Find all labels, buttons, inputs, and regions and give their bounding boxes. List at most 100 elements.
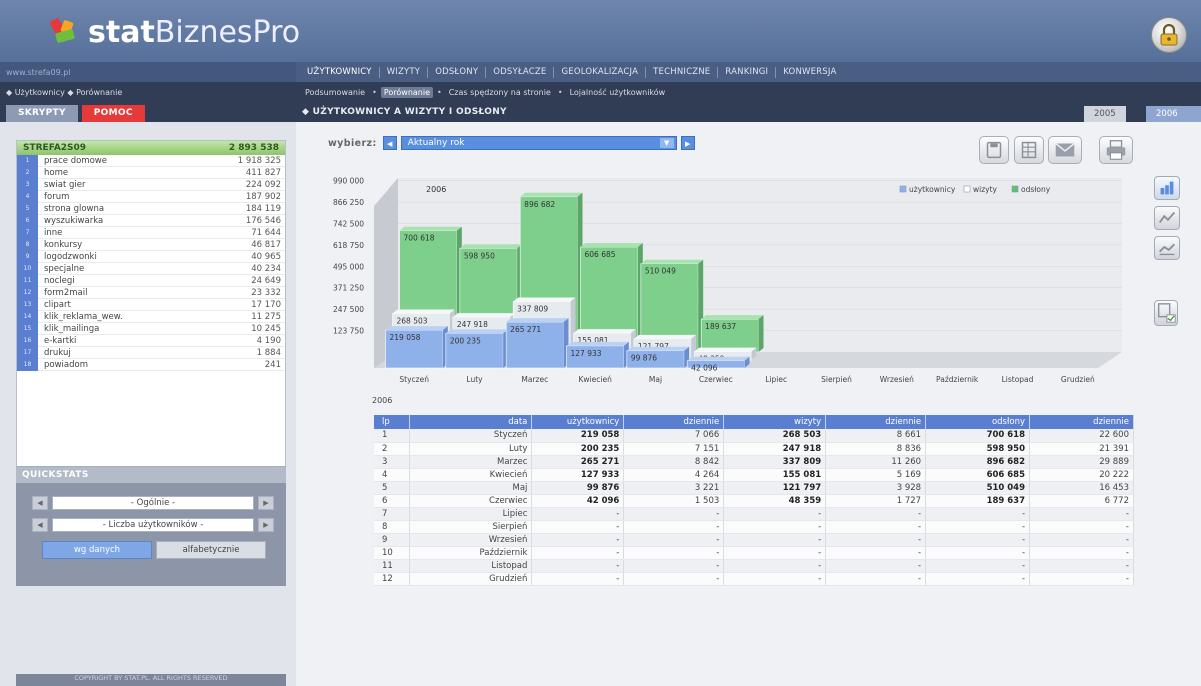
bar-top — [687, 356, 750, 361]
table-cell: 99 876 — [531, 481, 625, 495]
column-header[interactable]: lp — [374, 415, 411, 429]
script-row[interactable]: 10 specjalne 40 234 — [17, 262, 285, 275]
print-button[interactable] — [1099, 136, 1133, 164]
script-row[interactable]: 6 wyszukiwarka 176 546 — [17, 214, 285, 227]
period-select[interactable]: Aktualny rok ▼ — [400, 136, 677, 150]
row-number: 16 — [17, 334, 38, 347]
script-row[interactable]: 11 noclegi 24 649 — [17, 274, 285, 287]
subnav-item[interactable]: Czas spędzony na stronie — [446, 87, 554, 98]
table-row[interactable]: 11 Listopad - - - - - - — [374, 559, 1134, 573]
next-arrow-icon[interactable]: ▶ — [258, 518, 274, 532]
script-value: 187 902 — [245, 191, 281, 202]
quickstats-scope-select[interactable]: - Ogólnie - — [52, 496, 254, 510]
script-row[interactable]: 14 klik_reklama_wew. 11 275 — [17, 310, 285, 323]
lock-button[interactable] — [1151, 17, 1187, 53]
tab-help[interactable]: POMOC — [81, 105, 145, 122]
script-label: form2mail — [44, 287, 88, 298]
script-value: 46 817 — [251, 239, 281, 250]
script-row[interactable]: 13 clipart 17 170 — [17, 298, 285, 311]
nav-item[interactable]: UŻYTKOWNICY — [300, 66, 380, 78]
sort-by-data-button[interactable]: wg danych — [42, 541, 152, 559]
column-header[interactable]: dziennie — [623, 415, 725, 429]
tab-scripts[interactable]: SKRYPTY — [6, 105, 78, 122]
script-row[interactable]: 4 forum 187 902 — [17, 190, 285, 203]
table-row[interactable]: 9 Wrzesień - - - - - - — [374, 533, 1134, 547]
sidebar: SKRYPTY POMOC STREFA2S09 2 893 538 1 prac… — [0, 102, 296, 686]
script-row[interactable]: 16 e-kartki 4 190 — [17, 334, 285, 347]
script-row[interactable]: 2 home 411 827 — [17, 166, 285, 179]
breadcrumb: ◆ Użytkownicy ◆ Porównanie — [0, 82, 296, 102]
table-cell: - — [925, 546, 1031, 560]
table-cell: - — [825, 520, 927, 534]
column-header[interactable]: dziennie — [825, 415, 927, 429]
sort-alpha-button[interactable]: alfabetycznie — [156, 541, 266, 559]
data-export-button[interactable] — [1154, 300, 1178, 326]
nav-item[interactable]: TECHNICZNE — [646, 66, 719, 78]
nav-item[interactable]: RANKINGI — [718, 66, 777, 78]
script-row[interactable]: 18 powiadom 241 — [17, 358, 285, 371]
y-tick-label: 618 750 — [333, 241, 364, 250]
table-row[interactable]: 7 Lipiec - - - - - - — [374, 507, 1134, 521]
year-tab-2006[interactable]: 2006 — [1146, 106, 1201, 122]
script-row[interactable]: 5 strona glowna 184 119 — [17, 202, 285, 215]
prev-arrow-icon[interactable]: ◀ — [32, 518, 48, 532]
email-button[interactable] — [1048, 136, 1082, 164]
table-cell: - — [825, 533, 927, 547]
area-chart-view-button[interactable] — [1154, 236, 1180, 260]
script-label: powiadom — [44, 359, 88, 370]
x-tick-label: Wrzesień — [880, 375, 914, 384]
script-row[interactable]: 15 klik_mailinga 10 245 — [17, 322, 285, 335]
line-chart-view-button[interactable] — [1154, 206, 1180, 230]
column-header[interactable]: wizyty — [723, 415, 827, 429]
script-label: wyszukiwarka — [44, 215, 104, 226]
table-cell: 265 271 — [531, 455, 625, 469]
subnav-item[interactable]: Podsumowanie — [302, 87, 368, 98]
table-row[interactable]: 1 Styczeń 219 058 7 066 268 503 8 661 700 618 2… — [374, 429, 1134, 443]
script-row[interactable]: 17 drukuj 1 884 — [17, 346, 285, 359]
script-row[interactable]: 8 konkursy 46 817 — [17, 238, 285, 251]
table-cell: - — [1029, 546, 1134, 560]
script-row[interactable]: 12 form2mail 23 332 — [17, 286, 285, 299]
table-row[interactable]: 3 Marzec 265 271 8 842 337 809 11 260 896 682 2… — [374, 455, 1134, 469]
export-excel-button[interactable] — [1014, 136, 1044, 164]
save-button[interactable] — [979, 136, 1009, 164]
table-row[interactable]: 5 Maj 99 876 3 221 121 797 3 928 510 049 16 453 — [374, 481, 1134, 495]
subnav-item[interactable]: Lojalność użytkowników — [567, 87, 669, 98]
x-tick-label: Listopad — [1002, 375, 1034, 384]
next-period-icon[interactable]: ▶ — [680, 136, 695, 150]
script-row[interactable]: 9 logodzwonki 40 965 — [17, 250, 285, 263]
subnav-item[interactable]: Porównanie — [380, 86, 433, 98]
table-row[interactable]: 10 Październik - - - - - - — [374, 546, 1134, 560]
column-header[interactable]: użytkownicy — [531, 415, 625, 429]
nav-item[interactable]: GEOLOKALIZACJA — [554, 66, 647, 78]
bar-chart-view-button[interactable] — [1154, 176, 1180, 200]
prev-arrow-icon[interactable]: ◀ — [32, 496, 48, 510]
prev-period-icon[interactable]: ◀ — [382, 136, 397, 150]
app-logo[interactable]: statBiznesPro — [48, 14, 300, 50]
nav-item[interactable]: ODSYŁACZE — [486, 66, 555, 78]
script-row[interactable]: 7 inne 71 644 — [17, 226, 285, 239]
nav-item[interactable]: WIZYTY — [380, 66, 429, 78]
table-row[interactable]: 4 Kwiecień 127 933 4 264 155 081 5 169 606 685… — [374, 468, 1134, 482]
site-summary[interactable]: STREFA2S09 2 893 538 — [17, 141, 285, 155]
script-row[interactable]: 3 swiat gier 224 092 — [17, 178, 285, 191]
nav-item[interactable]: ODSŁONY — [428, 66, 487, 78]
column-header[interactable]: data — [409, 415, 533, 429]
nav-item[interactable]: KONWERSJA — [776, 67, 843, 78]
table-row[interactable]: 6 Czerwiec 42 096 1 503 48 359 1 727 189 637 6 … — [374, 494, 1134, 508]
script-row[interactable]: 1 prace domowe 1 918 325 — [17, 154, 285, 167]
column-header[interactable]: dziennie — [1029, 415, 1134, 429]
table-row[interactable]: 12 Grudzień - - - - - - — [374, 572, 1134, 586]
table-row[interactable]: 2 Luty 200 235 7 151 247 918 8 836 598 950 21 3… — [374, 442, 1134, 456]
year-tab-2005[interactable]: 2005 — [1084, 106, 1126, 122]
table-cell: - — [925, 559, 1031, 573]
row-number: 3 — [17, 178, 38, 191]
table-row[interactable]: 8 Sierpień - - - - - - — [374, 520, 1134, 534]
bar-value-label: 510 049 — [645, 267, 676, 276]
column-header[interactable]: odsłony — [925, 415, 1031, 429]
subnav-separator: • — [437, 87, 442, 97]
next-arrow-icon[interactable]: ▶ — [258, 496, 274, 510]
quickstats-metric-select[interactable]: - Liczba użytkowników - — [52, 518, 254, 532]
row-number: 9 — [17, 250, 38, 263]
legend-label: wizyty — [973, 185, 998, 194]
